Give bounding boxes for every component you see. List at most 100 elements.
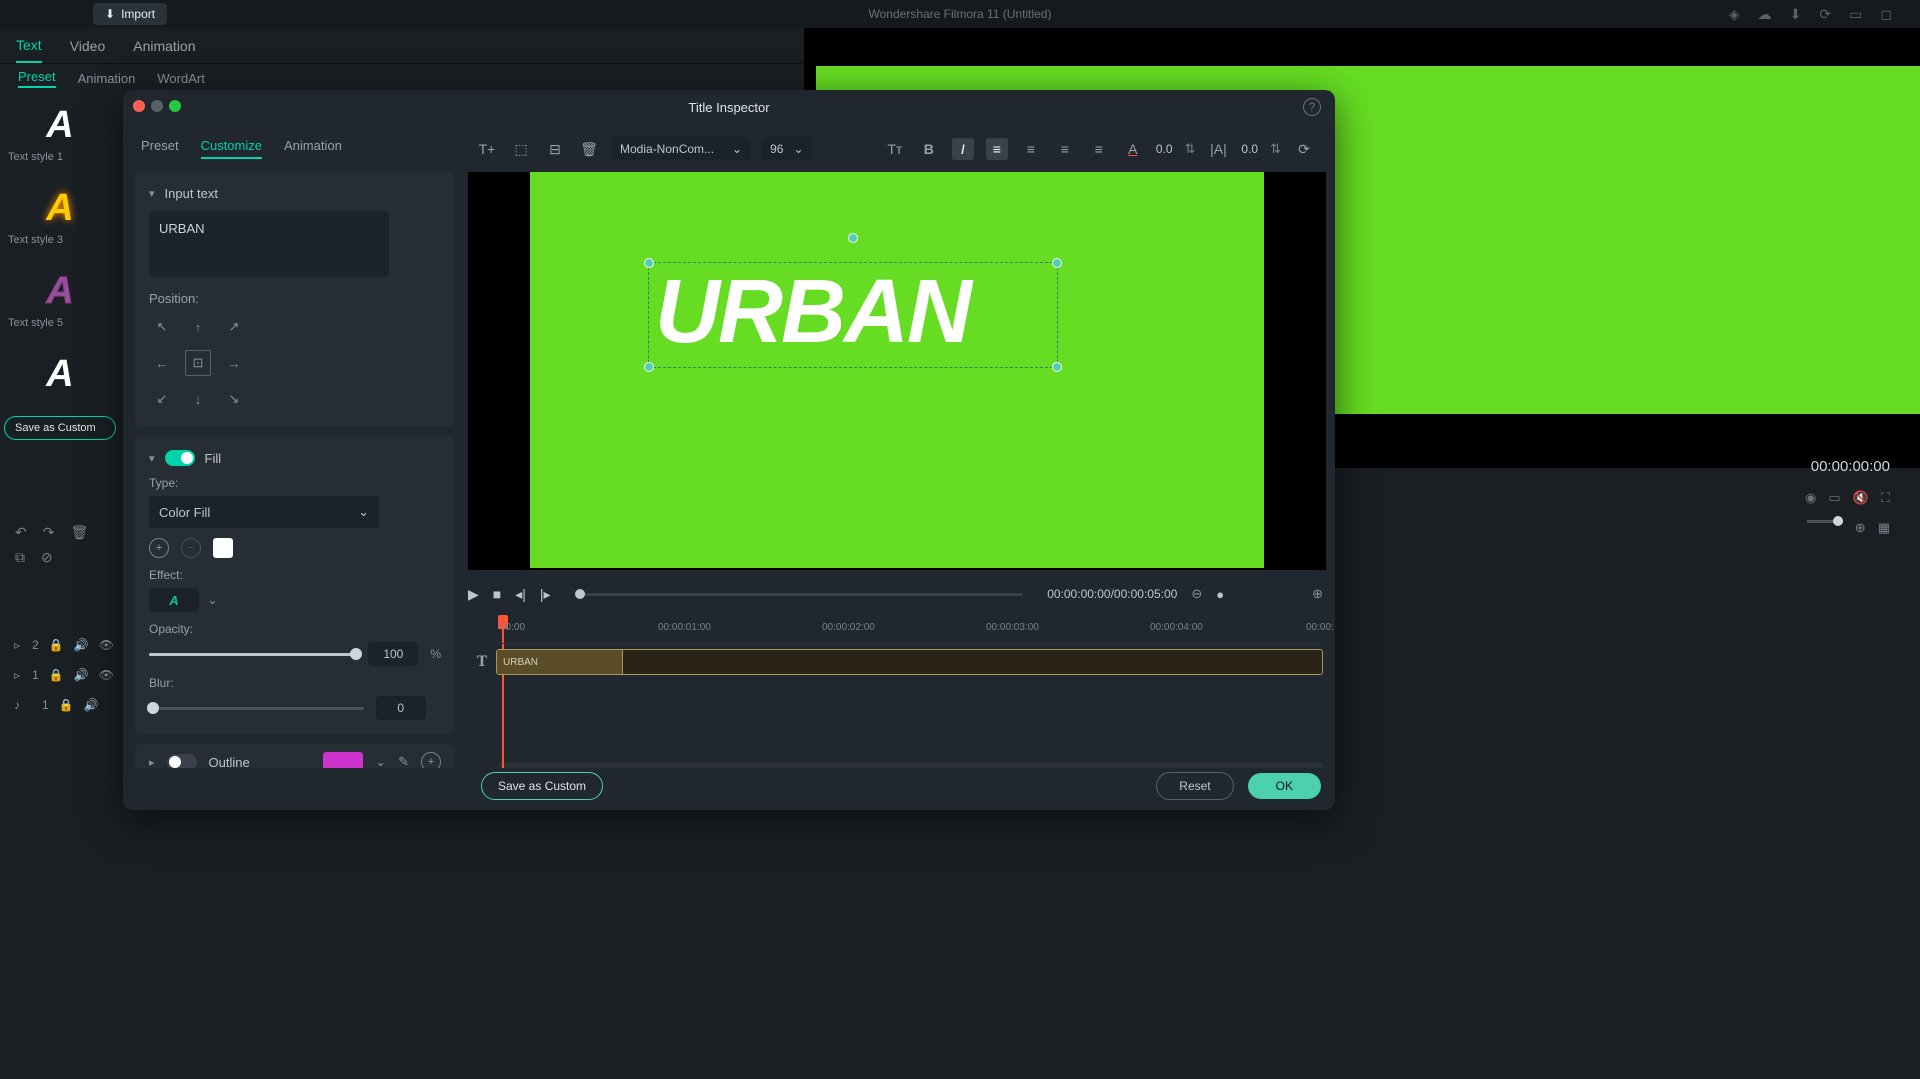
- lightbulb-icon[interactable]: ◈: [1729, 6, 1740, 23]
- copy-icon[interactable]: ⧉: [15, 549, 25, 566]
- subtab-animation[interactable]: Animation: [78, 71, 136, 86]
- blur-slider[interactable]: [149, 707, 364, 710]
- zoom-in-icon[interactable]: ⊕: [1312, 586, 1323, 602]
- section-header[interactable]: ▾ Input text: [149, 186, 441, 201]
- lock-icon[interactable]: 🔒: [49, 668, 64, 682]
- text-selection-box[interactable]: URBAN: [648, 262, 1058, 368]
- pos-top-left[interactable]: ↖: [149, 314, 175, 340]
- outline-toggle[interactable]: [167, 754, 197, 768]
- bold-icon[interactable]: B: [918, 138, 940, 160]
- maximize-button[interactable]: [169, 100, 181, 112]
- pos-top[interactable]: ↑: [185, 314, 211, 340]
- small-caps-icon[interactable]: Tᴛ: [884, 138, 906, 160]
- tab-video[interactable]: Video: [70, 30, 106, 62]
- lock-icon[interactable]: 🔒: [59, 698, 74, 712]
- text-style-5[interactable]: A Text style 5: [0, 258, 120, 341]
- delete-group-icon[interactable]: ⊟: [544, 138, 566, 160]
- monitor-icon[interactable]: ▭: [1849, 6, 1862, 23]
- rotate-handle[interactable]: [848, 233, 858, 243]
- lock-icon[interactable]: 🔒: [49, 638, 64, 652]
- tab-text[interactable]: Text: [16, 29, 42, 63]
- text-style-1[interactable]: A Text style 1: [0, 92, 120, 175]
- bg-zoom-slider[interactable]: [1807, 520, 1843, 523]
- inspector-tab-customize[interactable]: Customize: [201, 138, 262, 159]
- fill-type-select[interactable]: Color Fill ⌄: [149, 496, 379, 528]
- pos-right[interactable]: →: [221, 350, 247, 376]
- tab-animation[interactable]: Animation: [133, 30, 195, 62]
- add-color-button[interactable]: +: [149, 538, 169, 558]
- text-input[interactable]: URBAN: [149, 211, 389, 277]
- pos-bottom-right[interactable]: ↘: [221, 386, 247, 412]
- help-icon[interactable]: ?: [1303, 98, 1321, 116]
- text-clip[interactable]: URBAN: [497, 650, 623, 674]
- refresh-icon[interactable]: ⟳: [1293, 138, 1315, 160]
- track-content[interactable]: URBAN: [496, 649, 1323, 675]
- line-height-icon[interactable]: |A|: [1207, 138, 1229, 160]
- zoom-in-icon[interactable]: ⊕: [1855, 520, 1866, 536]
- mute-icon[interactable]: 🔇: [1853, 490, 1869, 506]
- link-icon[interactable]: ⊘: [41, 549, 53, 566]
- remove-color-button[interactable]: −: [181, 538, 201, 558]
- text-color-icon[interactable]: A: [1122, 138, 1144, 160]
- redo-icon[interactable]: ↷: [43, 524, 55, 541]
- line-spacing[interactable]: 0.0: [1241, 142, 1258, 156]
- resize-handle-bl[interactable]: [644, 362, 654, 372]
- mute-icon[interactable]: 🔊: [74, 668, 89, 682]
- next-frame-button[interactable]: |▸: [540, 586, 551, 603]
- screenshot-icon[interactable]: ▭: [1828, 490, 1840, 506]
- play-button[interactable]: ▶: [468, 586, 479, 603]
- resize-handle-tr[interactable]: [1052, 258, 1062, 268]
- font-select[interactable]: Modia-NonCom... ⌄: [612, 137, 750, 161]
- opacity-value[interactable]: 100: [368, 642, 418, 666]
- subtab-wordart[interactable]: WordArt: [157, 71, 204, 86]
- opacity-slider[interactable]: [149, 653, 356, 656]
- timeline-ruler[interactable]: 00:00 00:00:01:00 00:00:02:00 00:00:03:0…: [498, 618, 1323, 644]
- close-button[interactable]: [133, 100, 145, 112]
- save-custom-sidebar-button[interactable]: Save as Custom: [4, 416, 116, 440]
- bell-icon[interactable]: ◻: [1880, 6, 1892, 23]
- effect-preview[interactable]: A: [149, 588, 199, 612]
- import-button[interactable]: ⬇ Import: [93, 3, 167, 25]
- download-icon[interactable]: ⬇: [1790, 6, 1802, 23]
- stepper-icon[interactable]: ⇅: [1185, 141, 1196, 157]
- scrub-bar[interactable]: [575, 593, 1024, 596]
- add-text-icon[interactable]: T+: [476, 138, 498, 160]
- fullscreen-icon[interactable]: ⛶: [1881, 490, 1890, 506]
- text-style-6[interactable]: A: [0, 341, 120, 412]
- refresh-icon[interactable]: ⟳: [1819, 6, 1831, 23]
- trash-icon[interactable]: 🗑: [578, 138, 600, 160]
- video-track-2[interactable]: ▹ 2 🔒 🔊 👁: [8, 630, 120, 660]
- pos-center[interactable]: ⊡: [185, 350, 211, 376]
- subtab-preset[interactable]: Preset: [18, 69, 56, 88]
- audio-track-1[interactable]: ♪ 1 🔒 🔊: [8, 690, 120, 720]
- canvas-text[interactable]: URBAN: [649, 263, 1057, 362]
- prev-frame-button[interactable]: ◂|: [515, 586, 526, 603]
- pos-top-right[interactable]: ↗: [221, 314, 247, 340]
- chevron-down-icon[interactable]: ⌄: [207, 592, 218, 608]
- italic-icon[interactable]: I: [952, 138, 974, 160]
- zoom-out-icon[interactable]: ⊖: [1191, 586, 1202, 602]
- section-header[interactable]: ▾ Fill: [149, 450, 441, 466]
- timeline-view-icon[interactable]: ▦: [1878, 520, 1890, 536]
- zoom-dot[interactable]: ●: [1216, 587, 1224, 602]
- char-spacing[interactable]: 0.0: [1156, 142, 1173, 156]
- pos-bottom-left[interactable]: ↙: [149, 386, 175, 412]
- delete-icon[interactable]: 🗑: [70, 524, 88, 541]
- stepper-icon[interactable]: ⇅: [1270, 141, 1281, 157]
- color-swatch-white[interactable]: [213, 538, 233, 558]
- save-as-custom-button[interactable]: Save as Custom: [481, 772, 603, 800]
- timeline-scrollbar[interactable]: [498, 762, 1323, 768]
- align-center-icon[interactable]: ≡: [1020, 138, 1042, 160]
- mute-icon[interactable]: 🔊: [74, 638, 89, 652]
- preview-canvas[interactable]: URBAN: [468, 172, 1326, 570]
- fill-toggle[interactable]: [165, 450, 195, 466]
- crop-icon[interactable]: ⬚: [510, 138, 532, 160]
- blur-value[interactable]: 0: [376, 696, 426, 720]
- stop-button[interactable]: ■: [493, 586, 501, 602]
- font-size-select[interactable]: 96 ⌄: [762, 137, 811, 161]
- align-right-icon[interactable]: ≡: [1054, 138, 1076, 160]
- inspector-tab-preset[interactable]: Preset: [141, 138, 179, 159]
- resize-handle-tl[interactable]: [644, 258, 654, 268]
- eyedropper-icon[interactable]: ✎: [398, 754, 409, 768]
- cloud-icon[interactable]: ☁: [1758, 6, 1772, 23]
